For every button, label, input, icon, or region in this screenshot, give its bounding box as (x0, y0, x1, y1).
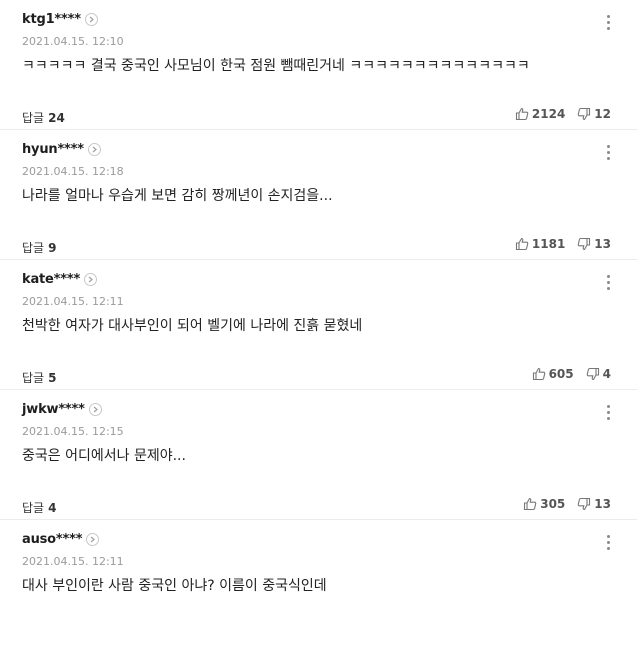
reply-label: 답글 (22, 371, 45, 385)
dislike-button[interactable]: 13 (577, 497, 611, 511)
vote-group: 1181 13 (515, 237, 611, 251)
comment-item: hyun**** 2021.04.15. 12:18 나라를 얼마나 우습게 보… (0, 130, 637, 260)
comment-header: ktg1**** (22, 12, 98, 27)
comment-item: auso**** 2021.04.15. 12:11 대사 부인이란 사람 중국… (0, 520, 637, 650)
comment-header: jwkw**** (22, 402, 102, 417)
like-button[interactable]: 1181 (515, 237, 565, 251)
comment-item: jwkw**** 2021.04.15. 12:15 중국은 어디에서나 문제야… (0, 390, 637, 520)
like-count: 1181 (531, 237, 566, 251)
comment-date: 2021.04.15. 12:15 (22, 425, 124, 438)
like-button[interactable]: 305 (523, 497, 565, 511)
thumbs-up-icon (532, 367, 545, 381)
like-count: 2124 (531, 107, 566, 121)
comment-item: kate**** 2021.04.15. 12:11 천박한 여자가 대사부인이… (0, 260, 637, 390)
vote-group: 2124 12 (515, 107, 611, 121)
profile-arrow-icon[interactable] (88, 403, 102, 416)
like-button[interactable]: 2124 (515, 107, 565, 121)
reply-count: 9 (48, 241, 57, 255)
thumbs-up-icon (515, 107, 529, 121)
thumbs-up-icon (515, 237, 529, 251)
reply-button[interactable]: 답글 9 (22, 239, 56, 256)
like-button[interactable]: 605 (532, 367, 574, 381)
reply-count: 24 (48, 111, 65, 125)
dislike-button[interactable]: 13 (577, 237, 611, 251)
thumbs-down-icon (578, 107, 591, 121)
like-count: 605 (548, 367, 574, 381)
thumbs-up-icon (524, 497, 537, 511)
profile-arrow-icon[interactable] (86, 533, 100, 546)
username[interactable]: kate**** (22, 272, 80, 287)
like-count: 305 (540, 497, 566, 511)
comment-header: hyun**** (22, 142, 101, 157)
comment-text: ㅋㅋㅋㅋㅋ 결국 중국인 사모님이 한국 점원 뺌때린거네 ㅋㅋㅋㅋㅋㅋㅋㅋㅋㅋ… (22, 58, 530, 74)
comment-text: 중국은 어디에서나 문제야... (22, 448, 186, 464)
more-options-icon[interactable] (607, 275, 611, 293)
more-options-icon[interactable] (607, 15, 611, 33)
profile-arrow-icon[interactable] (84, 13, 98, 26)
comment-text: 나라를 얼마나 우습게 보면 감히 짱께년이 손지검을... (22, 188, 333, 204)
comment-text: 대사 부인이란 사람 중국인 아냐? 이름이 중국식인데 (22, 578, 327, 594)
comment-header: kate**** (22, 272, 98, 287)
username[interactable]: hyun**** (22, 142, 84, 157)
dislike-count: 4 (602, 367, 611, 381)
reply-label: 답글 (22, 111, 45, 125)
thumbs-down-icon (578, 237, 591, 251)
profile-arrow-icon[interactable] (87, 143, 101, 156)
comment-text: 천박한 여자가 대사부인이 되어 벨기에 나라에 진흙 묻혔네 (22, 318, 363, 334)
dislike-button[interactable]: 12 (577, 107, 611, 121)
more-options-icon[interactable] (607, 145, 611, 163)
comment-date: 2021.04.15. 12:11 (22, 555, 124, 568)
dislike-count: 13 (594, 237, 611, 251)
username[interactable]: ktg1**** (22, 12, 81, 27)
more-options-icon[interactable] (607, 535, 611, 553)
thumbs-down-icon (586, 367, 599, 381)
comment-item: ktg1**** 2021.04.15. 12:10 ㅋㅋㅋㅋㅋ 결국 중국인 … (0, 0, 637, 130)
username[interactable]: jwkw**** (22, 402, 85, 417)
reply-count: 4 (48, 501, 57, 515)
comment-list: ktg1**** 2021.04.15. 12:10 ㅋㅋㅋㅋㅋ 결국 중국인 … (0, 0, 637, 650)
reply-count: 5 (48, 371, 57, 385)
comment-date: 2021.04.15. 12:18 (22, 165, 124, 178)
dislike-count: 12 (594, 107, 611, 121)
more-options-icon[interactable] (607, 405, 611, 423)
vote-group: 305 13 (523, 497, 611, 511)
comment-header: auso**** (22, 532, 100, 547)
dislike-button[interactable]: 4 (586, 367, 611, 381)
thumbs-down-icon (578, 497, 591, 511)
comment-date: 2021.04.15. 12:11 (22, 295, 124, 308)
vote-group: 605 4 (532, 367, 611, 381)
profile-arrow-icon[interactable] (84, 273, 98, 286)
reply-label: 답글 (22, 501, 45, 515)
reply-label: 답글 (22, 241, 45, 255)
reply-button[interactable]: 답글 4 (22, 499, 56, 516)
dislike-count: 13 (594, 497, 611, 511)
username[interactable]: auso**** (22, 532, 82, 547)
reply-button[interactable]: 답글 5 (22, 369, 56, 386)
reply-button[interactable]: 답글 24 (22, 109, 65, 126)
comment-date: 2021.04.15. 12:10 (22, 35, 124, 48)
